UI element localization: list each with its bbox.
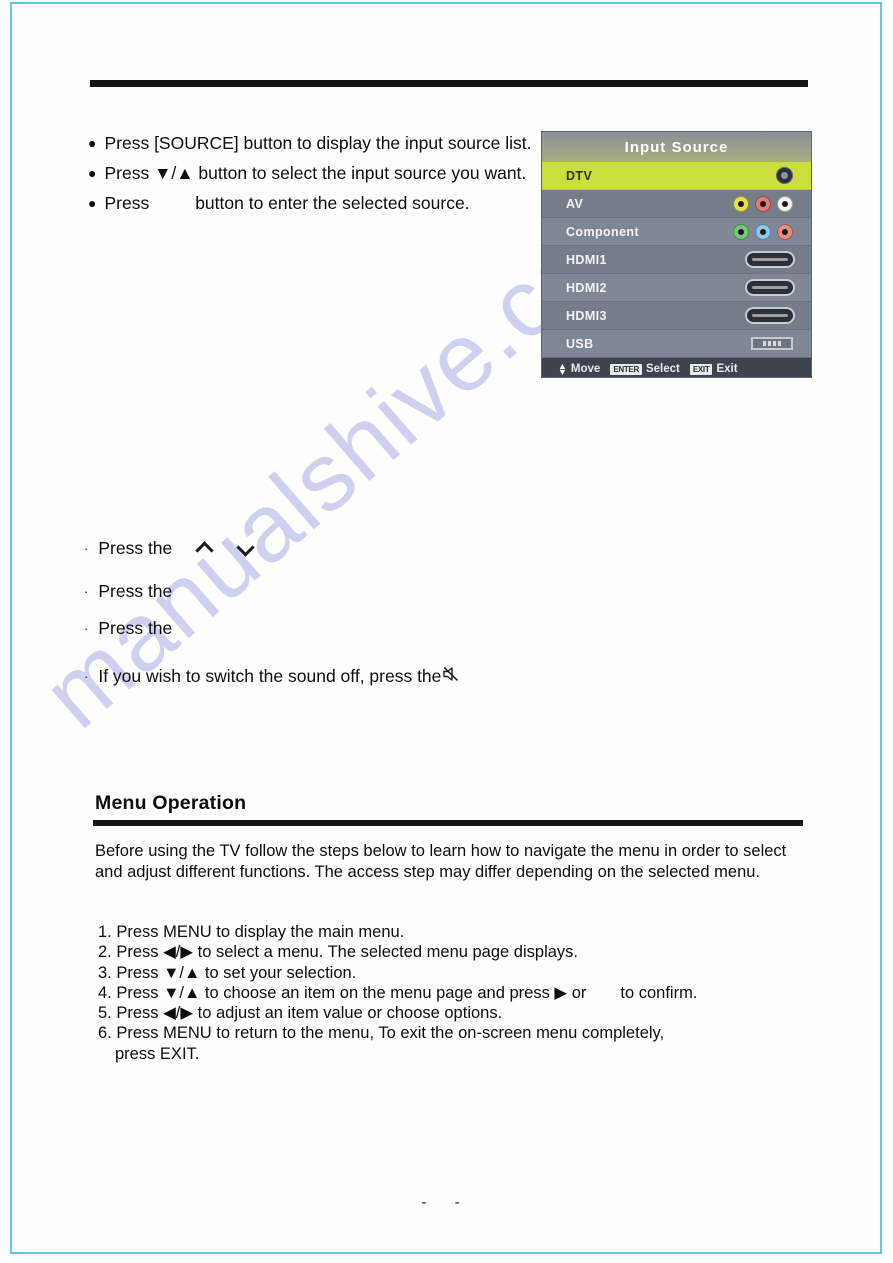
rca-av-jacks-icon bbox=[709, 195, 793, 212]
chevron-up-icon bbox=[196, 540, 213, 557]
hdmi-port-icon bbox=[709, 309, 793, 322]
list-item: ● Press [SOURCE] button to display the i… bbox=[88, 130, 538, 156]
usb-port-icon bbox=[709, 337, 793, 350]
osd-row-usb[interactable]: USB bbox=[542, 330, 811, 358]
middle-steps-list: · Press the · Press the · Press the · If… bbox=[84, 538, 554, 688]
list-item: 2. Press ◀/▶ to select a menu. The selec… bbox=[98, 943, 578, 962]
enter-keycap: ENTER bbox=[610, 363, 642, 375]
osd-row-label: HDMI2 bbox=[566, 280, 607, 295]
list-item: 6. Press MENU to return to the menu, To … bbox=[98, 1024, 665, 1043]
source-steps-list: ● Press [SOURCE] button to display the i… bbox=[88, 130, 538, 220]
coax-connector-icon bbox=[709, 167, 793, 184]
menu-step6-continuation: press EXIT. bbox=[115, 1044, 200, 1063]
source-step-text: Press ▼/▲ button to select the input sou… bbox=[104, 163, 527, 183]
list-item: 5. Press ◀/▶ to adjust an item value or … bbox=[98, 1004, 503, 1023]
osd-hint-exit: EXIT Exit bbox=[689, 363, 738, 375]
menu-step4-part2: to confirm. bbox=[620, 983, 698, 1002]
chevron-down-icon bbox=[237, 540, 254, 557]
menu-operation-intro: Before using the TV follow the steps bel… bbox=[95, 842, 787, 881]
osd-row-label: AV bbox=[566, 196, 584, 211]
osd-row-label: HDMI1 bbox=[566, 252, 607, 267]
osd-exit-label: Exit bbox=[716, 363, 738, 375]
list-item: 4. Press ▼/▲ to choose an item on the me… bbox=[98, 983, 798, 1003]
osd-row-label: Component bbox=[566, 224, 640, 239]
input-source-osd-panel[interactable]: Input Source DTV AV Component HDMI1 HDMI… bbox=[542, 132, 811, 377]
page-number: - - bbox=[421, 1194, 472, 1211]
source-step-text: button to enter the selected source. bbox=[195, 193, 470, 213]
bullet-icon: · bbox=[84, 621, 89, 636]
hdmi-port-icon bbox=[709, 253, 793, 266]
osd-hint-move: ▲ ▼ Move bbox=[558, 361, 601, 377]
mute-icon bbox=[442, 665, 460, 688]
list-item: 3. Press ▼/▲ to set your selection. bbox=[98, 963, 357, 982]
osd-footer-hints: ▲ ▼ Move ENTER Select EXIT Exit bbox=[542, 358, 811, 377]
osd-row-component[interactable]: Component bbox=[542, 218, 811, 246]
osd-move-label: Move bbox=[570, 363, 601, 375]
up-down-arrows-icon: ▲ ▼ bbox=[558, 361, 567, 377]
menu-operation-heading: Menu Operation bbox=[95, 792, 247, 814]
middle-step-text: Press the bbox=[98, 581, 173, 601]
osd-row-dtv[interactable]: DTV bbox=[542, 162, 811, 190]
page-content: ● Press [SOURCE] button to display the i… bbox=[0, 0, 893, 1263]
menu-operation-steps: 1. Press MENU to display the main menu. … bbox=[98, 922, 798, 1064]
list-item: · If you wish to switch the sound off, p… bbox=[84, 665, 554, 688]
menu-step4-part1: 4. Press ▼/▲ to choose an item on the me… bbox=[98, 983, 587, 1002]
exit-keycap: EXIT bbox=[689, 363, 713, 375]
middle-step-text: If you wish to switch the sound off, pre… bbox=[98, 666, 442, 686]
list-item: 1. Press MENU to display the main menu. bbox=[98, 923, 405, 941]
source-step-prefix: Press bbox=[104, 193, 150, 213]
osd-row-label: USB bbox=[566, 336, 594, 351]
osd-row-hdmi2[interactable]: HDMI2 bbox=[542, 274, 811, 302]
osd-row-hdmi3[interactable]: HDMI3 bbox=[542, 302, 811, 330]
bullet-icon: ● bbox=[88, 135, 97, 151]
middle-step-text: Press the bbox=[98, 538, 173, 558]
menu-operation-divider-rule bbox=[93, 820, 803, 826]
hdmi-port-icon bbox=[709, 281, 793, 294]
osd-row-label: DTV bbox=[566, 168, 593, 183]
bullet-icon: · bbox=[84, 541, 89, 556]
source-step-text: Press [SOURCE] button to display the inp… bbox=[104, 133, 532, 153]
list-item: · Press the bbox=[84, 538, 554, 559]
osd-select-label: Select bbox=[645, 363, 680, 375]
bullet-icon: · bbox=[84, 669, 89, 684]
osd-row-hdmi1[interactable]: HDMI1 bbox=[542, 246, 811, 274]
rca-component-jacks-icon bbox=[709, 223, 793, 240]
list-item: · Press the bbox=[84, 618, 554, 639]
osd-title: Input Source bbox=[542, 132, 811, 162]
list-item: ● Press button to enter the selected sou… bbox=[88, 190, 538, 216]
top-divider-rule bbox=[90, 80, 808, 87]
osd-row-av[interactable]: AV bbox=[542, 190, 811, 218]
bullet-icon: ● bbox=[88, 195, 97, 211]
bullet-icon: · bbox=[84, 584, 89, 599]
middle-step-text: Press the bbox=[98, 618, 173, 638]
list-item: ● Press ▼/▲ button to select the input s… bbox=[88, 160, 538, 186]
osd-hint-select: ENTER Select bbox=[610, 363, 680, 375]
bullet-icon: ● bbox=[88, 165, 97, 181]
osd-row-label: HDMI3 bbox=[566, 308, 607, 323]
list-item: · Press the bbox=[84, 581, 554, 602]
